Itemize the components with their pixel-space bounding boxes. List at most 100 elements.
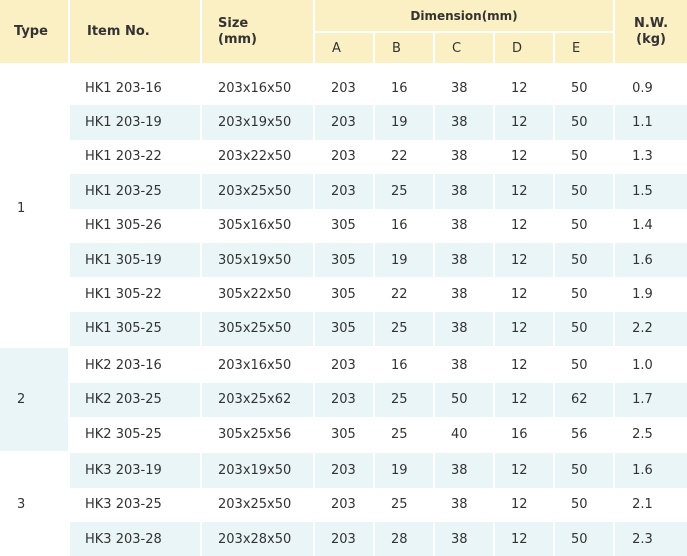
- header-dim-b: B: [375, 33, 435, 63]
- size-cell: 203x25x50: [202, 487, 315, 523]
- table-row: HK1 305-19 305x19x50 305 19 38 12 50 1.6: [0, 242, 687, 278]
- dim-c-cell: 38: [435, 346, 495, 383]
- table-row: HK2 305-25 305x25x56 305 25 40 16 56 2.5: [0, 416, 687, 452]
- header-nw-label: N.W.: [634, 15, 669, 31]
- table-row: HK1 203-19 203x19x50 203 19 38 12 50 1.1: [0, 105, 687, 140]
- item-no-cell: HK2 203-25: [70, 382, 202, 417]
- dim-c-cell: 38: [435, 487, 495, 523]
- dim-e-cell: 50: [555, 451, 616, 488]
- net-weight-cell: 1.6: [615, 242, 687, 278]
- net-weight-cell: 0.9: [632, 80, 653, 96]
- type-cell: 3: [0, 451, 70, 556]
- header-type: Type: [0, 0, 70, 63]
- dim-a-cell: 203: [315, 139, 375, 175]
- net-weight-cell: 1.9: [632, 287, 653, 303]
- table-row: HK1 203-22 203x22x50 203 22 38 12 50 1.3: [0, 139, 687, 175]
- dim-a-cell: 305: [315, 208, 375, 243]
- table-row: HK1 203-25 203x25x50 203 25 38 12 50 1.5: [0, 174, 687, 209]
- table-row: 3 HK3 203-19 203x19x50 203 19 38 12 50 1.6: [0, 451, 687, 556]
- item-no-cell: HK2 305-25: [70, 416, 202, 452]
- dim-a-cell: 203: [315, 451, 375, 488]
- dim-b-cell: 25: [375, 174, 435, 209]
- dim-e-cell: 50: [555, 346, 616, 383]
- net-weight-cell: 1.0: [615, 346, 687, 382]
- dim-b-cell: 25: [375, 382, 435, 417]
- header-item-no: Item No.: [70, 0, 202, 63]
- dim-b-cell: 16: [375, 208, 435, 243]
- table-body: 1 HK1 203-16 203x16x50 203 16 38 12 50 0.9 HK1 20…: [0, 63, 687, 556]
- table-row: HK1 305-26 305x16x50 305 16 38 12 50 1.4: [0, 208, 687, 243]
- dim-a-cell: 203: [315, 346, 375, 383]
- net-weight-cell: 1.6: [615, 451, 687, 488]
- net-weight-cell: 2.3: [615, 522, 687, 556]
- dim-b-cell: 19: [375, 105, 435, 140]
- header-net-weight: N.W. (kg): [615, 0, 687, 63]
- table-row: HK1 305-25 305x25x50 305 25 38 12 50 2.2: [0, 311, 687, 347]
- dim-c-cell: 38: [435, 71, 495, 106]
- dim-a-cell: 305: [315, 242, 375, 278]
- net-weight-cell: 2.5: [632, 426, 653, 442]
- dim-e-cell: 50: [555, 277, 616, 312]
- dim-e-cell: 50: [555, 174, 616, 209]
- dim-d-cell: 12: [495, 277, 555, 312]
- dim-d-cell: 12: [495, 382, 555, 417]
- dim-a-cell: 203: [315, 105, 375, 140]
- dim-e-cell: 50: [555, 522, 616, 556]
- net-weight-cell: 1.1: [615, 105, 687, 140]
- dim-b-cell: 22: [375, 139, 435, 175]
- size-cell: 305x16x50: [202, 208, 315, 243]
- dim-b-cell: 25: [375, 311, 435, 347]
- item-no-cell: HK1 305-25: [70, 311, 202, 347]
- dim-c-cell: 38: [435, 451, 495, 488]
- net-weight-cell: 1.3: [632, 149, 653, 165]
- dim-d-cell: 12: [495, 71, 555, 106]
- dim-c-cell: 38: [435, 242, 495, 278]
- dim-d-cell: 16: [495, 416, 555, 452]
- dim-c-cell: 38: [435, 311, 495, 347]
- net-weight-cell: 1.7: [615, 382, 687, 417]
- type-cell: 2: [0, 346, 70, 452]
- item-no-cell: HK1 305-22: [70, 277, 202, 312]
- size-cell: 203x16x50: [202, 71, 315, 106]
- table-row: HK2 203-25 203x25x62 203 25 50 12 62 1.7: [0, 382, 687, 417]
- dim-b-cell: 19: [375, 242, 435, 278]
- dim-b-cell: 25: [375, 416, 435, 452]
- size-cell: 305x19x50: [202, 242, 315, 278]
- size-cell: 203x16x50: [202, 346, 315, 383]
- header-dim-d: D: [495, 33, 555, 63]
- header-dim-c: C: [435, 33, 495, 63]
- dim-d-cell: 12: [495, 311, 555, 347]
- dim-c-cell: 38: [435, 277, 495, 312]
- dim-c-cell: 38: [435, 174, 495, 209]
- item-no-cell: HK1 305-26: [70, 208, 202, 243]
- dim-d-cell: 12: [495, 208, 555, 243]
- dim-a-cell: 305: [315, 277, 375, 312]
- item-no-cell: HK3 203-25: [70, 487, 202, 523]
- dim-c-cell: 38: [435, 522, 495, 556]
- size-cell: 203x19x50: [202, 105, 315, 140]
- dim-a-cell: 203: [315, 522, 375, 556]
- dim-e-cell: 50: [555, 242, 616, 278]
- header-size-unit: (mm): [218, 31, 257, 47]
- header-dimension: Dimension(mm): [315, 0, 616, 33]
- item-no-cell: HK1 203-25: [70, 174, 202, 209]
- dim-c-cell: 38: [435, 105, 495, 140]
- item-no-cell: HK1 203-19: [70, 105, 202, 140]
- dim-b-cell: 16: [375, 346, 435, 383]
- type-cell: 1: [0, 71, 70, 347]
- dim-e-cell: 50: [555, 139, 616, 175]
- dim-a-cell: 203: [315, 174, 375, 209]
- dim-e-cell: 50: [555, 487, 616, 523]
- item-no-cell: HK3 203-28: [70, 522, 202, 556]
- dim-e-cell: 50: [555, 208, 616, 243]
- size-cell: 203x28x50: [202, 522, 315, 556]
- table-row: HK3 203-25 203x25x50 203 25 38 12 50 2.1: [0, 487, 687, 523]
- item-no-cell: HK2 203-16: [70, 346, 202, 383]
- dim-a-cell: 203: [315, 382, 375, 417]
- table-row: 1 HK1 203-16 203x16x50 203 16 38 12 50 0.9: [0, 71, 687, 347]
- dim-e-cell: 50: [555, 71, 616, 106]
- header-dim-a: A: [315, 33, 375, 63]
- dim-c-cell: 40: [435, 416, 495, 452]
- dim-b-cell: 28: [375, 522, 435, 556]
- net-weight-cell: 2.1: [632, 497, 653, 513]
